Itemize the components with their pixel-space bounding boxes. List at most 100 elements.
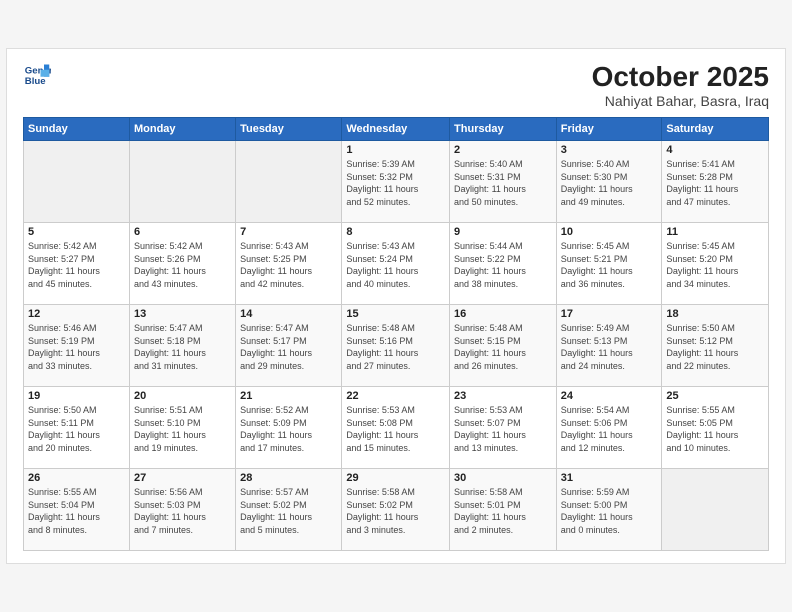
day-number: 22	[346, 390, 445, 402]
calendar-cell: 2 Sunrise: 5:40 AM Sunset: 5:31 PM Daylig…	[450, 141, 557, 223]
day-number: 16	[454, 308, 552, 320]
day-number: 15	[346, 308, 445, 320]
calendar-cell: 25 Sunrise: 5:55 AM Sunset: 5:05 PM Dayli…	[662, 387, 769, 469]
day-header-sunday: Sunday	[24, 118, 130, 141]
calendar-cell: 3 Sunrise: 5:40 AM Sunset: 5:30 PM Daylig…	[556, 141, 662, 223]
week-row-2: 12Sunrise: 5:46 AM Sunset: 5:19 PM Dayli…	[24, 305, 769, 387]
day-info: Sunrise: 5:48 AM Sunset: 5:15 PM Dayligh…	[454, 322, 552, 372]
title-area: October 2025 Nahiyat Bahar, Basra, Iraq	[592, 61, 769, 109]
calendar-cell	[662, 469, 769, 551]
day-number: 23	[454, 390, 552, 402]
day-number: 4	[666, 144, 764, 156]
day-info: Sunrise: 5:51 AM Sunset: 5:10 PM Dayligh…	[134, 404, 231, 454]
calendar-cell	[24, 141, 130, 223]
day-info: Sunrise: 5:40 AM Sunset: 5:31 PM Dayligh…	[454, 158, 552, 208]
calendar-cell: 29 Sunrise: 5:58 AM Sunset: 5:02 PM Dayli…	[342, 469, 450, 551]
week-row-4: 26Sunrise: 5:55 AM Sunset: 5:04 PM Dayli…	[24, 469, 769, 551]
calendar-cell: 17Sunrise: 5:49 AM Sunset: 5:13 PM Dayli…	[556, 305, 662, 387]
day-info: Sunrise: 5:53 AM Sunset: 5:08 PM Dayligh…	[346, 404, 445, 454]
calendar-cell: 10Sunrise: 5:45 AM Sunset: 5:21 PM Dayli…	[556, 223, 662, 305]
calendar-cell: 22 Sunrise: 5:53 AM Sunset: 5:08 PM Dayli…	[342, 387, 450, 469]
week-row-3: 19 Sunrise: 5:50 AM Sunset: 5:11 PM Dayli…	[24, 387, 769, 469]
calendar-cell: 18Sunrise: 5:50 AM Sunset: 5:12 PM Dayli…	[662, 305, 769, 387]
day-info: Sunrise: 5:41 AM Sunset: 5:28 PM Dayligh…	[666, 158, 764, 208]
days-header-row: SundayMondayTuesdayWednesdayThursdayFrid…	[24, 118, 769, 141]
week-row-0: 1 Sunrise: 5:39 AM Sunset: 5:32 PM Daylig…	[24, 141, 769, 223]
day-number: 10	[561, 226, 658, 238]
day-number: 2	[454, 144, 552, 156]
day-number: 8	[346, 226, 445, 238]
logo-icon: General Blue	[23, 61, 51, 89]
day-info: Sunrise: 5:44 AM Sunset: 5:22 PM Dayligh…	[454, 240, 552, 290]
day-number: 13	[134, 308, 231, 320]
day-number: 29	[346, 472, 445, 484]
calendar-cell: 15 Sunrise: 5:48 AM Sunset: 5:16 PM Dayli…	[342, 305, 450, 387]
calendar-grid: SundayMondayTuesdayWednesdayThursdayFrid…	[23, 117, 769, 551]
day-info: Sunrise: 5:42 AM Sunset: 5:26 PM Dayligh…	[134, 240, 231, 290]
day-number: 6	[134, 226, 231, 238]
calendar-cell: 6 Sunrise: 5:42 AM Sunset: 5:26 PM Daylig…	[129, 223, 235, 305]
calendar-cell: 14Sunrise: 5:47 AM Sunset: 5:17 PM Dayli…	[236, 305, 342, 387]
calendar-cell: 5Sunrise: 5:42 AM Sunset: 5:27 PM Daylig…	[24, 223, 130, 305]
day-info: Sunrise: 5:45 AM Sunset: 5:20 PM Dayligh…	[666, 240, 764, 290]
day-number: 19	[28, 390, 125, 402]
day-number: 5	[28, 226, 125, 238]
day-header-friday: Friday	[556, 118, 662, 141]
day-info: Sunrise: 5:50 AM Sunset: 5:11 PM Dayligh…	[28, 404, 125, 454]
week-row-1: 5Sunrise: 5:42 AM Sunset: 5:27 PM Daylig…	[24, 223, 769, 305]
month-year: October 2025	[592, 61, 769, 93]
day-info: Sunrise: 5:40 AM Sunset: 5:30 PM Dayligh…	[561, 158, 658, 208]
day-number: 20	[134, 390, 231, 402]
day-info: Sunrise: 5:47 AM Sunset: 5:18 PM Dayligh…	[134, 322, 231, 372]
calendar-cell: 9 Sunrise: 5:44 AM Sunset: 5:22 PM Daylig…	[450, 223, 557, 305]
calendar-cell: 21Sunrise: 5:52 AM Sunset: 5:09 PM Dayli…	[236, 387, 342, 469]
day-number: 18	[666, 308, 764, 320]
day-info: Sunrise: 5:48 AM Sunset: 5:16 PM Dayligh…	[346, 322, 445, 372]
day-header-monday: Monday	[129, 118, 235, 141]
calendar-cell: 11Sunrise: 5:45 AM Sunset: 5:20 PM Dayli…	[662, 223, 769, 305]
day-info: Sunrise: 5:55 AM Sunset: 5:05 PM Dayligh…	[666, 404, 764, 454]
day-header-wednesday: Wednesday	[342, 118, 450, 141]
svg-text:Blue: Blue	[25, 76, 46, 87]
day-number: 25	[666, 390, 764, 402]
day-number: 9	[454, 226, 552, 238]
day-header-thursday: Thursday	[450, 118, 557, 141]
day-info: Sunrise: 5:58 AM Sunset: 5:02 PM Dayligh…	[346, 486, 445, 536]
day-info: Sunrise: 5:53 AM Sunset: 5:07 PM Dayligh…	[454, 404, 552, 454]
calendar-container: General Blue October 2025 Nahiyat Bahar,…	[6, 48, 786, 564]
day-number: 1	[346, 144, 445, 156]
day-header-tuesday: Tuesday	[236, 118, 342, 141]
day-info: Sunrise: 5:49 AM Sunset: 5:13 PM Dayligh…	[561, 322, 658, 372]
calendar-cell	[129, 141, 235, 223]
calendar-cell: 24 Sunrise: 5:54 AM Sunset: 5:06 PM Dayli…	[556, 387, 662, 469]
calendar-cell: 4 Sunrise: 5:41 AM Sunset: 5:28 PM Daylig…	[662, 141, 769, 223]
day-number: 12	[28, 308, 125, 320]
calendar-cell: 16 Sunrise: 5:48 AM Sunset: 5:15 PM Dayli…	[450, 305, 557, 387]
calendar-cell: 7 Sunrise: 5:43 AM Sunset: 5:25 PM Daylig…	[236, 223, 342, 305]
day-number: 7	[240, 226, 337, 238]
day-number: 21	[240, 390, 337, 402]
calendar-cell: 23 Sunrise: 5:53 AM Sunset: 5:07 PM Dayli…	[450, 387, 557, 469]
day-number: 14	[240, 308, 337, 320]
calendar-cell: 26Sunrise: 5:55 AM Sunset: 5:04 PM Dayli…	[24, 469, 130, 551]
day-info: Sunrise: 5:58 AM Sunset: 5:01 PM Dayligh…	[454, 486, 552, 536]
location: Nahiyat Bahar, Basra, Iraq	[592, 93, 769, 109]
day-info: Sunrise: 5:43 AM Sunset: 5:24 PM Dayligh…	[346, 240, 445, 290]
day-info: Sunrise: 5:54 AM Sunset: 5:06 PM Dayligh…	[561, 404, 658, 454]
calendar-cell: 12Sunrise: 5:46 AM Sunset: 5:19 PM Dayli…	[24, 305, 130, 387]
calendar-cell: 1 Sunrise: 5:39 AM Sunset: 5:32 PM Daylig…	[342, 141, 450, 223]
day-info: Sunrise: 5:57 AM Sunset: 5:02 PM Dayligh…	[240, 486, 337, 536]
day-number: 26	[28, 472, 125, 484]
day-number: 27	[134, 472, 231, 484]
calendar-cell: 31Sunrise: 5:59 AM Sunset: 5:00 PM Dayli…	[556, 469, 662, 551]
day-number: 28	[240, 472, 337, 484]
day-number: 30	[454, 472, 552, 484]
day-number: 3	[561, 144, 658, 156]
calendar-cell	[236, 141, 342, 223]
day-info: Sunrise: 5:39 AM Sunset: 5:32 PM Dayligh…	[346, 158, 445, 208]
day-info: Sunrise: 5:59 AM Sunset: 5:00 PM Dayligh…	[561, 486, 658, 536]
day-info: Sunrise: 5:43 AM Sunset: 5:25 PM Dayligh…	[240, 240, 337, 290]
day-number: 24	[561, 390, 658, 402]
day-header-saturday: Saturday	[662, 118, 769, 141]
day-info: Sunrise: 5:56 AM Sunset: 5:03 PM Dayligh…	[134, 486, 231, 536]
